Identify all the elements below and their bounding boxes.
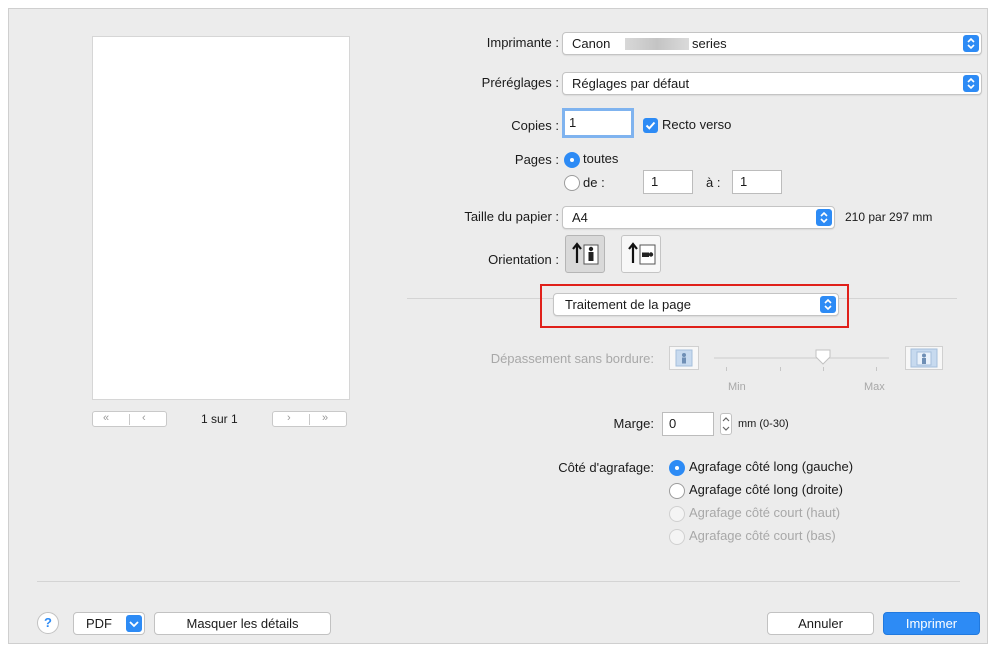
pages-all-label: toutes	[583, 151, 619, 166]
chevron-updown-icon	[816, 209, 832, 226]
pages-from-input[interactable]: 1	[643, 170, 693, 194]
binding-short-top-radio	[669, 506, 685, 522]
pdf-menu-button[interactable]: PDF	[73, 612, 145, 635]
cancel-button[interactable]: Annuler	[767, 612, 874, 635]
paper-size-label: Taille du papier :	[464, 209, 559, 224]
preview-next-last-buttons: › »	[272, 411, 347, 427]
binding-option: Agrafage côté court (haut)	[689, 505, 841, 520]
orientation-label: Orientation :	[488, 252, 559, 267]
binding-long-left-radio[interactable]	[669, 460, 685, 476]
slider-thumb[interactable]	[815, 349, 831, 365]
help-icon: ?	[44, 615, 52, 630]
paper-dimensions: 210 par 297 mm	[845, 210, 933, 224]
pages-range-radio[interactable]	[564, 175, 580, 191]
portrait-orientation-button[interactable]	[565, 235, 605, 273]
last-page-button[interactable]: »	[322, 412, 328, 424]
binding-long-right-radio[interactable]	[669, 483, 685, 499]
margin-input[interactable]: 0	[662, 412, 714, 436]
print-button[interactable]: Imprimer	[883, 612, 980, 635]
printer-name-suffix: series	[692, 36, 727, 51]
portrait-icon	[572, 242, 599, 265]
section-menu-select[interactable]: Traitement de la page	[553, 293, 839, 316]
binding-short-bottom-radio	[669, 529, 685, 545]
margin-unit: mm (0-30)	[738, 418, 789, 430]
pages-label: Pages :	[514, 152, 559, 167]
binding-option: Agrafage côté long (gauche)	[689, 459, 854, 474]
chevron-updown-icon	[963, 75, 979, 92]
slider-min-label: Min	[728, 381, 746, 393]
footer-divider	[37, 581, 960, 582]
binding-option: Agrafage côté long (droite)	[689, 482, 843, 497]
chevron-updown-icon	[820, 296, 836, 313]
first-page-button[interactable]: «	[103, 412, 109, 424]
slider-max-label: Max	[864, 381, 885, 393]
borderless-slider[interactable]	[714, 346, 889, 376]
stepper-arrows-icon	[722, 417, 730, 431]
previous-page-button[interactable]: ‹	[142, 412, 146, 424]
duplex-checkbox[interactable]	[643, 118, 658, 133]
margin-label: Marge:	[613, 416, 654, 431]
borderless-min-icon	[669, 346, 699, 370]
paper-size-select[interactable]: A4	[562, 206, 835, 229]
landscape-orientation-button[interactable]	[621, 235, 661, 273]
presets-label: Préréglages :	[481, 75, 559, 90]
binding-label: Côté d'agrafage:	[558, 460, 654, 475]
printer-name-redaction	[625, 38, 689, 50]
slider-track	[714, 357, 889, 359]
pages-from-label: de :	[583, 175, 605, 190]
landscape-icon	[628, 242, 656, 265]
chevron-updown-icon	[963, 35, 979, 52]
pages-all-radio[interactable]	[564, 152, 580, 168]
duplex-label: Recto verso	[662, 117, 732, 132]
binding-option: Agrafage côté court (bas)	[689, 528, 836, 543]
page-counter: 1 sur 1	[201, 412, 238, 426]
borderless-label: Dépassement sans bordure:	[490, 351, 654, 366]
next-page-button[interactable]: ›	[287, 412, 291, 424]
pages-to-label: à :	[706, 175, 721, 190]
printer-name-prefix: Canon	[572, 36, 611, 51]
pages-to-input[interactable]: 1	[732, 170, 782, 194]
copies-input[interactable]: 1	[562, 108, 634, 138]
copies-label: Copies :	[511, 118, 559, 133]
chevron-down-icon	[126, 615, 142, 632]
printer-label: Imprimante :	[486, 35, 559, 50]
presets-select[interactable]: Réglages par défaut	[562, 72, 982, 95]
help-button[interactable]: ?	[37, 612, 59, 634]
preview-first-prev-buttons: « ‹	[92, 411, 167, 427]
printer-select[interactable]: Canon series	[562, 32, 982, 55]
margin-stepper[interactable]	[720, 413, 732, 435]
page-preview	[92, 36, 350, 400]
hide-details-button[interactable]: Masquer les détails	[154, 612, 331, 635]
print-dialog: « ‹ 1 sur 1 › » Imprimante : Canon serie…	[8, 8, 988, 644]
borderless-max-icon	[905, 346, 943, 370]
